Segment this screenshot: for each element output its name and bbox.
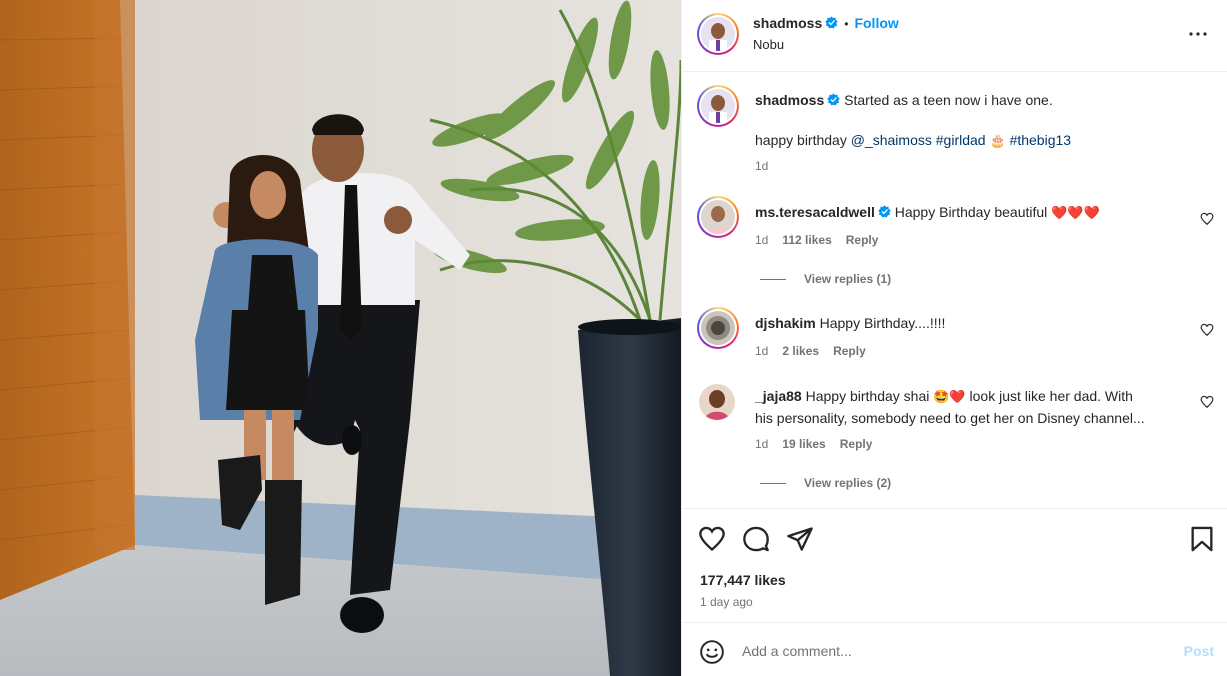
view-replies-button[interactable]: View replies (1) xyxy=(760,272,891,286)
comment-likes[interactable]: 2 likes xyxy=(782,344,819,358)
separator-dot: • xyxy=(844,17,849,31)
verified-badge-icon xyxy=(825,16,838,29)
replies-divider-line xyxy=(760,278,786,280)
caption-time[interactable]: 1d xyxy=(755,159,768,173)
commenter-username[interactable]: _jaja88 xyxy=(755,388,802,404)
commenter-avatar-image xyxy=(699,384,735,420)
comment-text-part2: look just like her dad. With xyxy=(969,388,1133,404)
commenter-username[interactable]: djshakim xyxy=(755,315,816,331)
caption-line2-text: happy birthday xyxy=(755,132,851,148)
commenter-avatar-image xyxy=(701,200,735,234)
mention-link[interactable]: @_shaimoss xyxy=(851,132,932,148)
star-eyes-heart-emoji: 🤩❤️ xyxy=(933,390,966,405)
follow-button[interactable]: Follow xyxy=(854,15,898,31)
commenter-avatar[interactable] xyxy=(697,196,739,238)
comment-likes[interactable]: 112 likes xyxy=(782,233,831,247)
verified-badge-icon xyxy=(878,205,891,218)
commenter-avatar[interactable] xyxy=(699,384,735,420)
like-comment-heart-icon[interactable] xyxy=(1200,212,1214,226)
post-location[interactable]: Nobu xyxy=(753,37,784,52)
comment-text: Happy Birthday beautiful xyxy=(894,204,1048,220)
hearts-emoji: ❤️❤️❤️ xyxy=(1051,206,1100,221)
more-horizontal-icon[interactable] xyxy=(1186,22,1210,46)
commenter-avatar-image xyxy=(701,311,735,345)
post-header: shadmoss • Follow Nobu xyxy=(682,0,1227,72)
comment-time[interactable]: 1d xyxy=(755,437,768,451)
view-replies-label: View replies (2) xyxy=(804,476,892,490)
view-replies-button[interactable]: View replies (2) xyxy=(760,476,891,490)
save-bookmark-icon[interactable] xyxy=(1188,525,1216,553)
reply-button[interactable]: Reply xyxy=(846,233,879,247)
caption-author-avatar[interactable] xyxy=(697,85,739,127)
post-photo[interactable] xyxy=(0,0,681,676)
photo-illustration xyxy=(0,0,681,676)
comment-text-line2: his personality, somebody need to get he… xyxy=(755,410,1145,426)
commenter-avatar[interactable] xyxy=(697,307,739,349)
emoji-smiley-icon[interactable] xyxy=(699,639,725,665)
post-side-panel: shadmoss • Follow Nobu shadmoss Started as… xyxy=(681,0,1227,676)
post-actions: 177,447 likes 1 day ago xyxy=(682,508,1227,622)
hashtag-link-girldad[interactable]: #girldad xyxy=(936,132,986,148)
post-comment-button[interactable]: Post xyxy=(1184,643,1214,659)
like-heart-icon[interactable] xyxy=(698,525,726,553)
commenter-username[interactable]: ms.teresacaldwell xyxy=(755,204,875,220)
author-username[interactable]: shadmoss xyxy=(753,15,822,31)
like-comment-heart-icon[interactable] xyxy=(1200,323,1214,337)
comment-time[interactable]: 1d xyxy=(755,233,768,247)
like-comment-heart-icon[interactable] xyxy=(1200,395,1214,409)
replies-divider-line xyxy=(760,482,786,484)
verified-badge-icon xyxy=(827,93,840,106)
share-paper-plane-icon[interactable] xyxy=(786,525,814,553)
author-avatar[interactable] xyxy=(697,13,739,55)
comment-time[interactable]: 1d xyxy=(755,344,768,358)
caption-line1: Started as a teen now i have one. xyxy=(844,92,1053,108)
post-likes-count[interactable]: 177,447 likes xyxy=(700,572,786,588)
add-comment-bar: Post xyxy=(682,622,1227,676)
reply-button[interactable]: Reply xyxy=(840,437,873,451)
add-comment-input[interactable] xyxy=(742,640,1162,662)
comment-likes[interactable]: 19 likes xyxy=(782,437,825,451)
cake-emoji: 🎂 xyxy=(989,134,1006,149)
author-avatar-image xyxy=(701,17,735,51)
comment-text: Happy Birthday....!!!! xyxy=(819,315,946,331)
caption-username[interactable]: shadmoss xyxy=(755,92,824,108)
reply-button[interactable]: Reply xyxy=(833,344,866,358)
caption-avatar-image xyxy=(701,89,735,123)
post-time-ago[interactable]: 1 day ago xyxy=(700,595,753,609)
view-replies-label: View replies (1) xyxy=(804,272,892,286)
hashtag-link-thebig13[interactable]: #thebig13 xyxy=(1010,132,1072,148)
comment-bubble-icon[interactable] xyxy=(742,525,770,553)
comment-text-part1: Happy birthday shai xyxy=(805,388,930,404)
